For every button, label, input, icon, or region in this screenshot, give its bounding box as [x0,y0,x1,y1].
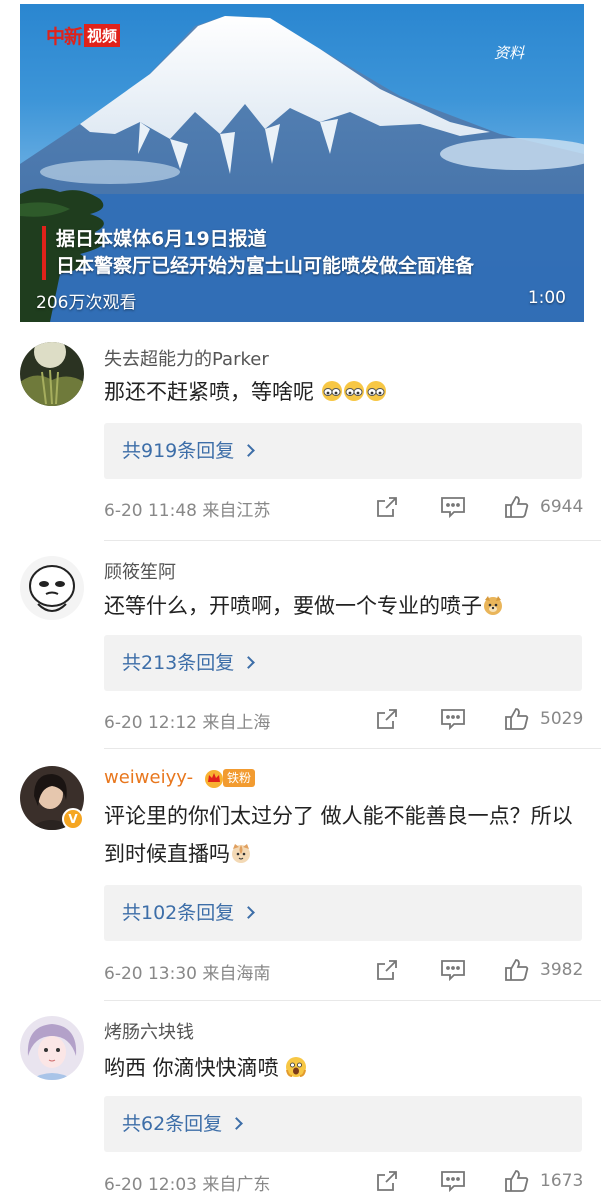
comment-icon[interactable] [438,494,468,520]
caption-line-1: 据日本媒体6月19日报道 [56,228,267,250]
thumbs-up-icon[interactable] [502,706,532,732]
replies-label: 共102条回复 [122,902,235,924]
comment-actions: 5029 [372,706,583,732]
replies-label: 共919条回复 [122,440,235,462]
comment-meta: 6-20 13:30 来自海南 [104,964,271,984]
view-replies-button[interactable]: 共62条回复 [104,1096,582,1152]
comment-text: 还等什么，开喷啊，要做一个专业的喷子 [104,587,574,625]
comment-text: 哟西 你滴快快滴喷 [104,1049,574,1087]
like-count: 3982 [540,960,584,980]
username[interactable]: weiweiyy- [104,767,193,788]
comment-text-content: 评论里的你们太过分了 做人能不能善良一点？所以到时候直播吗 [104,804,573,866]
caption-line-2: 日本警察厅已经开始为富士山可能喷发做全面准备 [56,255,475,277]
like-count: 1673 [540,1171,584,1191]
replies-label: 共213条回复 [122,652,235,674]
view-replies-button[interactable]: 共919条回复 [104,423,582,479]
fan-badge: 铁粉 [203,768,256,788]
share-icon[interactable] [372,706,402,732]
view-replies-button[interactable]: 共102条回复 [104,885,582,941]
avatar[interactable] [20,1016,84,1080]
chevron-right-icon [242,444,256,457]
divider [104,748,601,749]
doge-emoji [482,594,504,618]
verified-badge: V [62,808,84,830]
username[interactable]: 烤肠六块钱 [104,1018,194,1044]
like-count: 6944 [540,497,584,517]
share-icon[interactable] [372,494,402,520]
username[interactable]: 失去超能力的Parker [104,345,269,371]
eyes-emoji [314,380,387,404]
comment-meta: 6-20 12:03 来自广东 [104,1175,271,1195]
view-count: 206万次观看 [36,293,137,313]
comment-actions: 1673 [372,1168,583,1194]
logo-text: 中新 [46,25,83,48]
share-icon[interactable] [372,1168,402,1194]
news-logo: 中新 视频 [46,22,121,48]
thumbs-up-icon[interactable] [502,1168,532,1194]
logo-box: 视频 [84,23,121,47]
scared-emoji [279,1056,308,1080]
chevron-right-icon [230,1117,244,1130]
thumbs-up-icon[interactable] [502,957,532,983]
comment-icon[interactable] [438,957,468,983]
fan-badge-label: 铁粉 [223,769,256,787]
divider [104,540,601,541]
username[interactable]: 顾筱笙阿 [104,558,176,584]
thumbs-up-icon[interactable] [502,494,532,520]
comment-icon[interactable] [438,706,468,732]
like-count: 5029 [540,709,584,729]
comment-meta: 6-20 12:12 来自上海 [104,713,271,733]
comment-actions: 3982 [372,957,583,983]
share-icon[interactable] [372,957,402,983]
replies-label: 共62条回复 [122,1113,223,1135]
video-player[interactable]: 中新 视频 资料 据日本媒体6月19日报道 日本警察厅已经开始为富士山可能喷发做全… [20,4,584,322]
avatar[interactable] [20,556,84,620]
crown-icon [205,770,223,788]
video-duration: 1:00 [527,288,566,308]
comment-text-content: 哟西 你滴快快滴喷 [104,1056,279,1080]
comment-meta: 6-20 11:48 来自江苏 [104,501,271,521]
comment-text: 那还不赶紧喷，等啥呢 [104,373,574,411]
source-tag: 资料 [493,44,524,62]
chevron-right-icon [242,656,256,669]
divider [104,1000,601,1001]
view-replies-button[interactable]: 共213条回复 [104,635,582,691]
cat-emoji [230,842,252,866]
comment-actions: 6944 [372,494,583,520]
comment-icon[interactable] [438,1168,468,1194]
comment-text-content: 那还不赶紧喷，等啥呢 [104,380,314,404]
chevron-right-icon [242,906,256,919]
video-captions: 据日本媒体6月19日报道 日本警察厅已经开始为富士山可能喷发做全面准备 [42,226,474,280]
comment-text-content: 还等什么，开喷啊，要做一个专业的喷子 [104,594,482,618]
avatar[interactable] [20,342,84,406]
comment-text: 评论里的你们太过分了 做人能不能善良一点？所以到时候直播吗 [104,797,574,873]
